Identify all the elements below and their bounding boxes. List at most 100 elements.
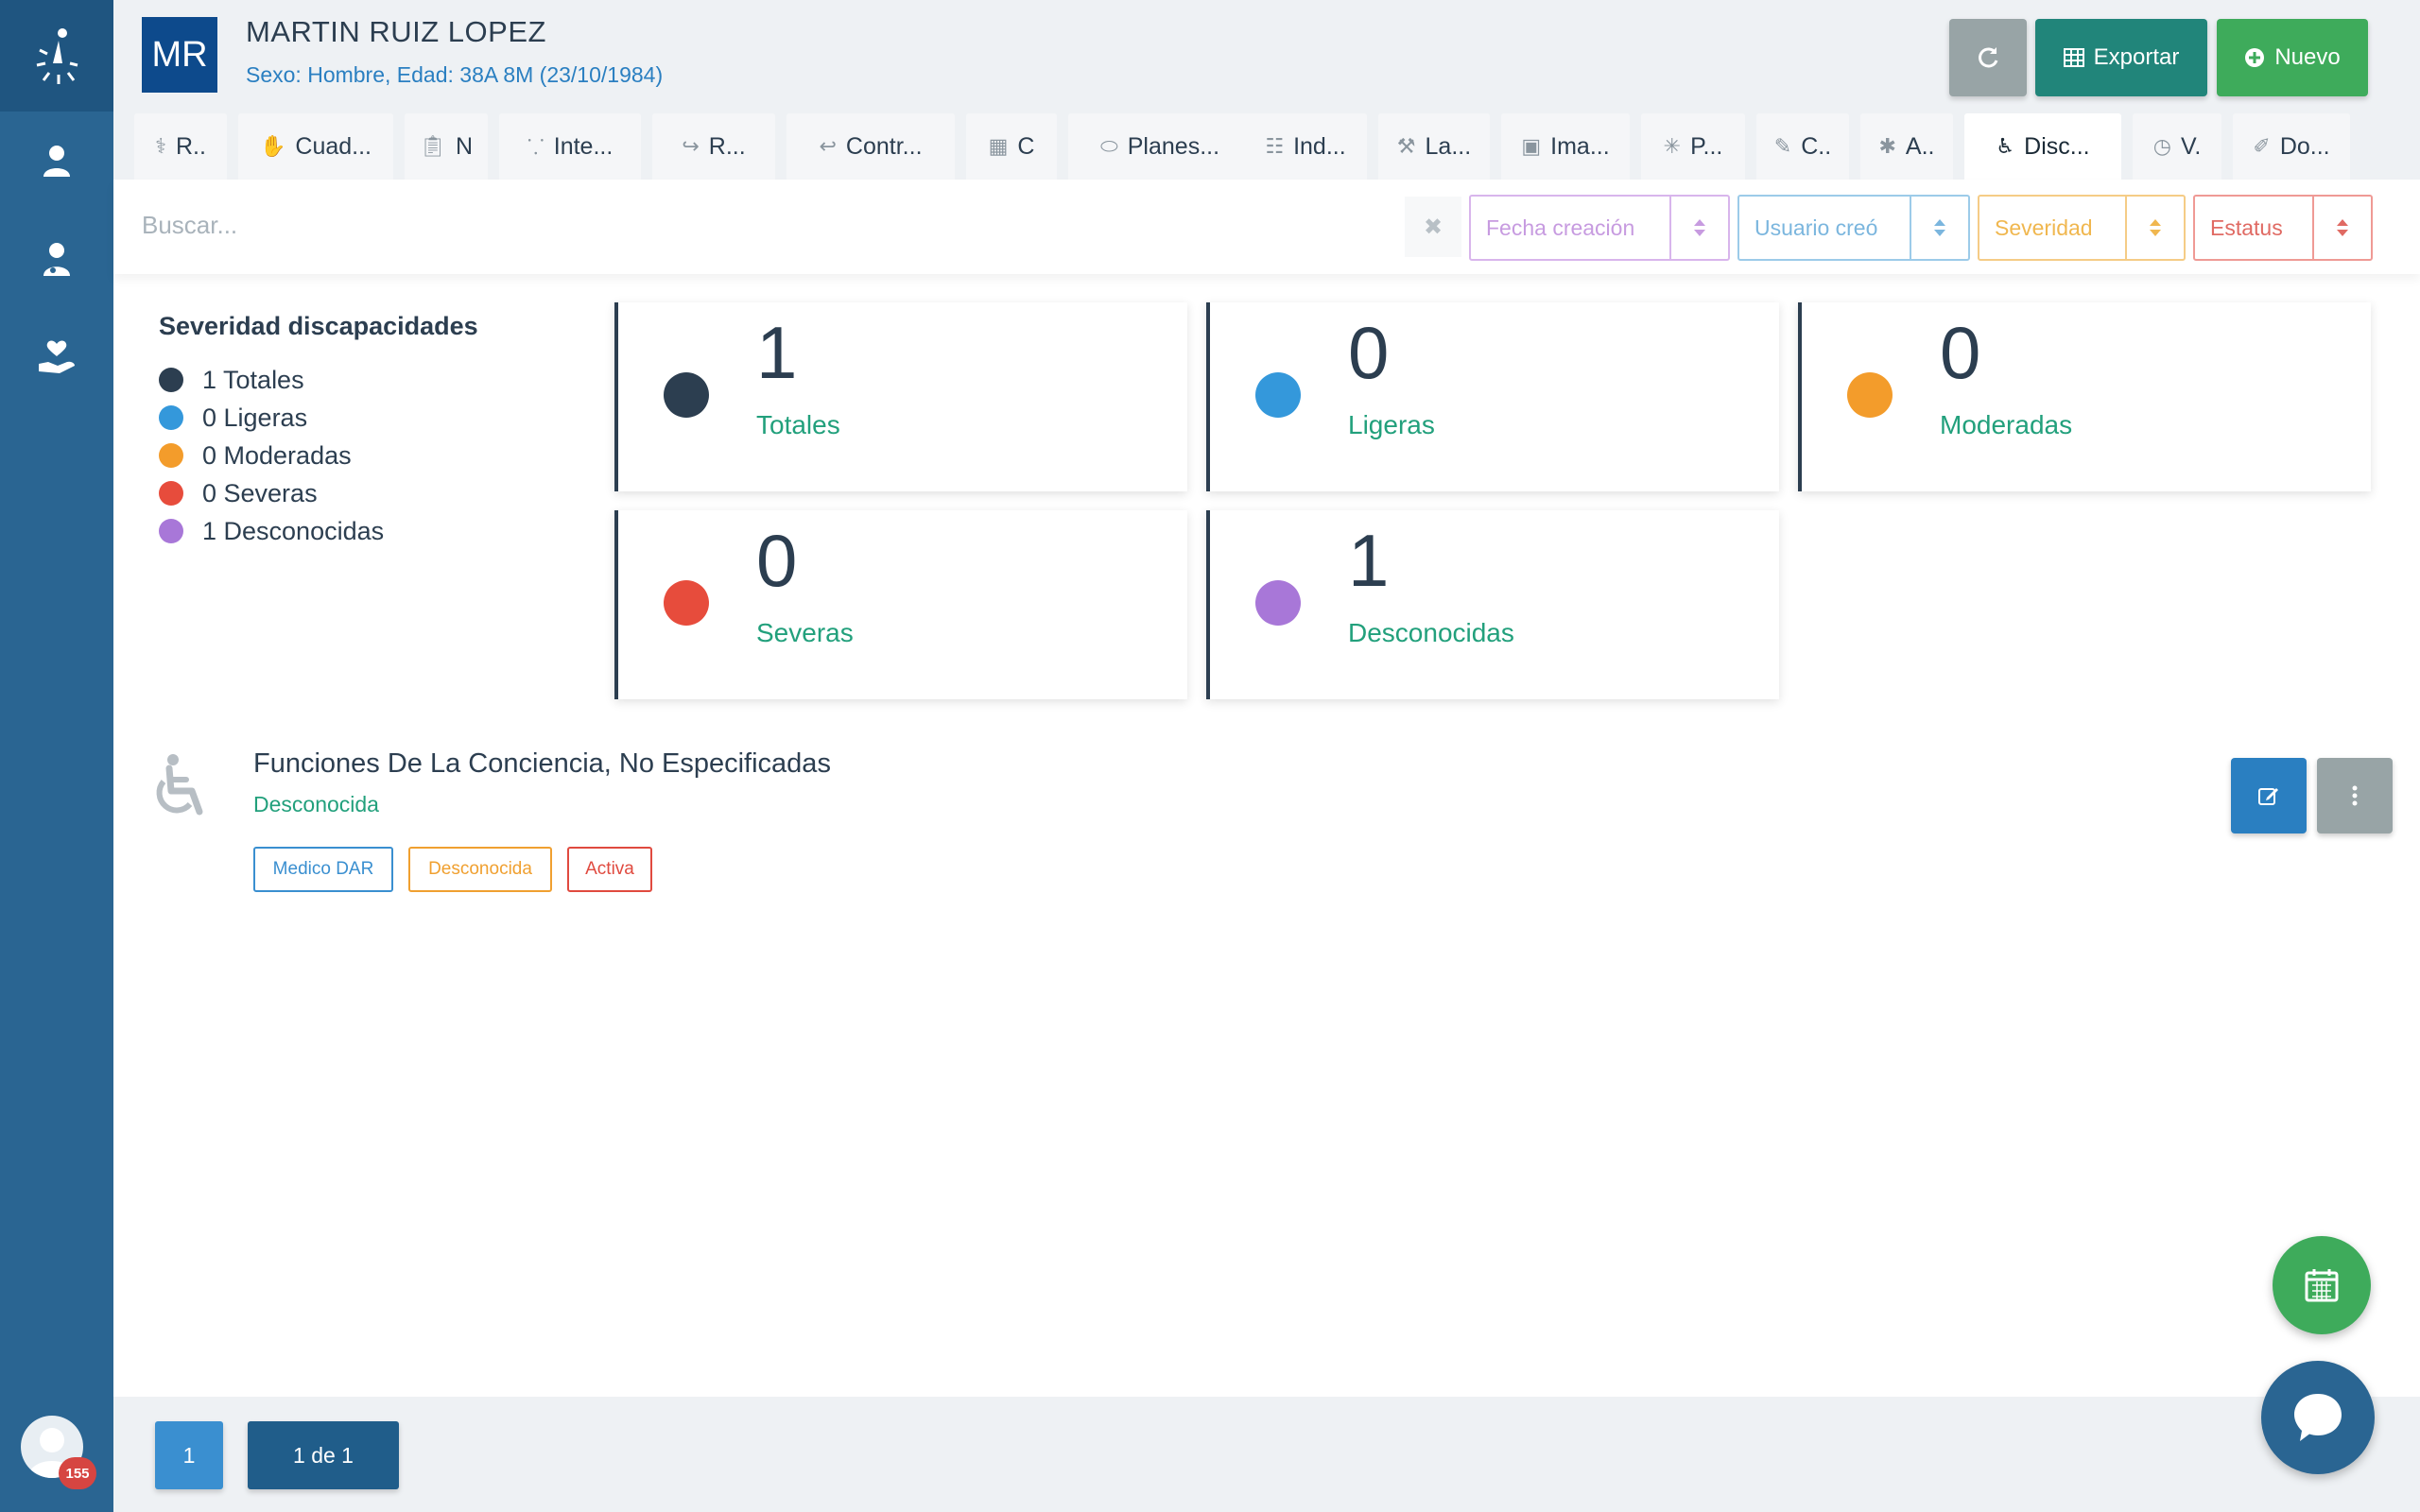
patient-initials-avatar: MR (142, 17, 217, 93)
filter-fecha-creacion[interactable]: Fecha creación (1469, 195, 1730, 261)
tag-status: Activa (567, 847, 652, 892)
tab-label: Do... (2279, 132, 2330, 160)
stat-label: Moderadas (1940, 410, 2073, 439)
tab-label: C.. (1801, 132, 1832, 160)
legend-item-totales: 1 Totales (159, 361, 384, 399)
search-bar: ✖ Fecha creación Usuario creó Severidad … (113, 180, 2420, 274)
record-title[interactable]: Funciones De La Conciencia, No Especific… (253, 748, 831, 780)
calendar-icon (2305, 1269, 2339, 1302)
stat-value: 1 (756, 311, 798, 394)
sort-arrows-icon (2312, 197, 2371, 259)
tab-label: Planes... (1127, 132, 1220, 160)
calendar-fab-button[interactable] (2273, 1236, 2371, 1334)
filter-label: Fecha creación (1486, 215, 1635, 240)
search-input[interactable] (142, 197, 1446, 253)
severity-legend: 1 Totales 0 Ligeras 0 Moderadas 0 Severa… (159, 361, 384, 550)
clear-search-button[interactable]: ✖ (1405, 197, 1461, 257)
tab-label: A.. (1905, 132, 1935, 160)
sidebar-item-care[interactable] (0, 308, 113, 406)
stat-value: 1 (1348, 519, 1390, 602)
filter-usuario-creo[interactable]: Usuario creó (1737, 195, 1970, 261)
tab-do[interactable]: ✐ Do... (2233, 113, 2350, 180)
stat-card-desconocidas: 1 Desconocidas (1206, 510, 1779, 699)
pagination-footer: 1 1 de 1 (113, 1397, 2420, 1512)
legend-dot (159, 481, 183, 506)
tab-a[interactable]: ✱ A.. (1860, 113, 1953, 180)
tab-r2[interactable]: ↪ R... (652, 113, 775, 180)
document-icon: ☷ (1265, 134, 1285, 158)
tab-label: N (455, 132, 473, 160)
legend-label: 1 Totales (202, 365, 304, 394)
ellipsis-vertical-icon (2352, 785, 2358, 806)
tab-r[interactable]: ⚕ R.. (134, 113, 227, 180)
new-button[interactable]: Nuevo (2217, 19, 2368, 96)
sort-arrows-icon (1910, 197, 1968, 259)
filter-estatus[interactable]: Estatus (2193, 195, 2373, 261)
stat-label: Totales (756, 410, 840, 439)
filter-label: Severidad (1995, 215, 2093, 240)
sidebar-item-patient[interactable] (0, 112, 113, 210)
tab-n[interactable]: 📋︎ N (405, 113, 488, 180)
edit-button[interactable] (2231, 758, 2307, 833)
paperclip-icon: ✐ (2253, 134, 2271, 158)
tab-ima[interactable]: ▣ Ima... (1501, 113, 1630, 180)
tab-label: Inte... (553, 132, 614, 160)
app-logo[interactable] (0, 0, 113, 112)
legend-label: 1 Desconocidas (202, 516, 385, 545)
legend-item-ligeras: 0 Ligeras (159, 399, 384, 437)
filter-label: Usuario creó (1754, 215, 1878, 240)
chat-fab-button[interactable] (2261, 1361, 2375, 1474)
section-tabs: ⚕ R.. ✋ Cuad... 📋︎ N ⸪ Inte... ↪ R... ↩ … (113, 112, 2420, 180)
legend-title: Severidad discapacidades (159, 312, 478, 340)
pen-icon: ✎ (1773, 134, 1792, 158)
new-label: Nuevo (2274, 44, 2341, 70)
tab-label: Disc... (2024, 132, 2090, 160)
stat-label: Desconocidas (1348, 618, 1514, 647)
tab-la[interactable]: ⚒ La... (1378, 113, 1490, 180)
tab-v[interactable]: ◷ V. (2133, 113, 2221, 180)
virus-icon: ✳ (1663, 134, 1682, 158)
sort-arrows-icon (2125, 197, 2184, 259)
sidebar: 155 (0, 0, 113, 1512)
legend-label: 0 Moderadas (202, 440, 352, 470)
refresh-button[interactable] (1949, 19, 2027, 96)
sparkle-person-logo-icon (36, 28, 78, 84)
tab-label: C (1017, 132, 1035, 160)
filter-label: Estatus (2210, 215, 2283, 240)
page-number-button[interactable]: 1 (155, 1421, 223, 1489)
tab-p[interactable]: ✳ P... (1641, 113, 1745, 180)
clipboard-icon: 📋︎ (420, 134, 446, 158)
table-icon (2063, 48, 2084, 67)
tab-label: R... (708, 132, 746, 160)
medical-kit-icon: ⚕ (155, 134, 166, 158)
chat-bubble-icon (2294, 1394, 2342, 1441)
image-icon: ▣ (1521, 134, 1542, 158)
tab-c2[interactable]: ✎ C.. (1756, 113, 1849, 180)
stat-dot (1255, 372, 1301, 418)
tab-contr[interactable]: ↩ Contr... (786, 113, 955, 180)
legend-item-severas: 0 Severas (159, 474, 384, 512)
tab-planes[interactable]: ⬭ Planes... (1068, 113, 1252, 180)
tab-cuadro[interactable]: ✋ Cuad... (238, 113, 393, 180)
bug-icon: ✱ (1878, 134, 1896, 158)
reply-icon: ↩ (819, 134, 837, 158)
tab-ind[interactable]: ☷ Ind... (1244, 113, 1367, 180)
tab-c[interactable]: ▦ C (966, 113, 1057, 180)
record-severity: Desconocida (253, 792, 379, 816)
tab-label: Ind... (1293, 132, 1346, 160)
tab-discapacidades[interactable]: ♿︎ Disc... (1964, 113, 2121, 180)
export-button[interactable]: Exportar (2035, 19, 2207, 96)
notification-badge: 155 (59, 1457, 96, 1489)
more-options-button[interactable] (2317, 758, 2393, 833)
tab-inte[interactable]: ⸪ Inte... (499, 113, 641, 180)
sidebar-item-doctor[interactable] (0, 210, 113, 308)
edit-icon (2258, 788, 2278, 805)
stat-value: 0 (756, 519, 798, 602)
tab-label: La... (1425, 132, 1472, 160)
heart-hand-icon (39, 340, 75, 373)
stat-label: Ligeras (1348, 410, 1435, 439)
tab-label: P... (1690, 132, 1723, 160)
filter-severidad[interactable]: Severidad (1978, 195, 2186, 261)
pills-icon: ⬭ (1099, 134, 1118, 158)
doctor-icon (43, 243, 70, 276)
